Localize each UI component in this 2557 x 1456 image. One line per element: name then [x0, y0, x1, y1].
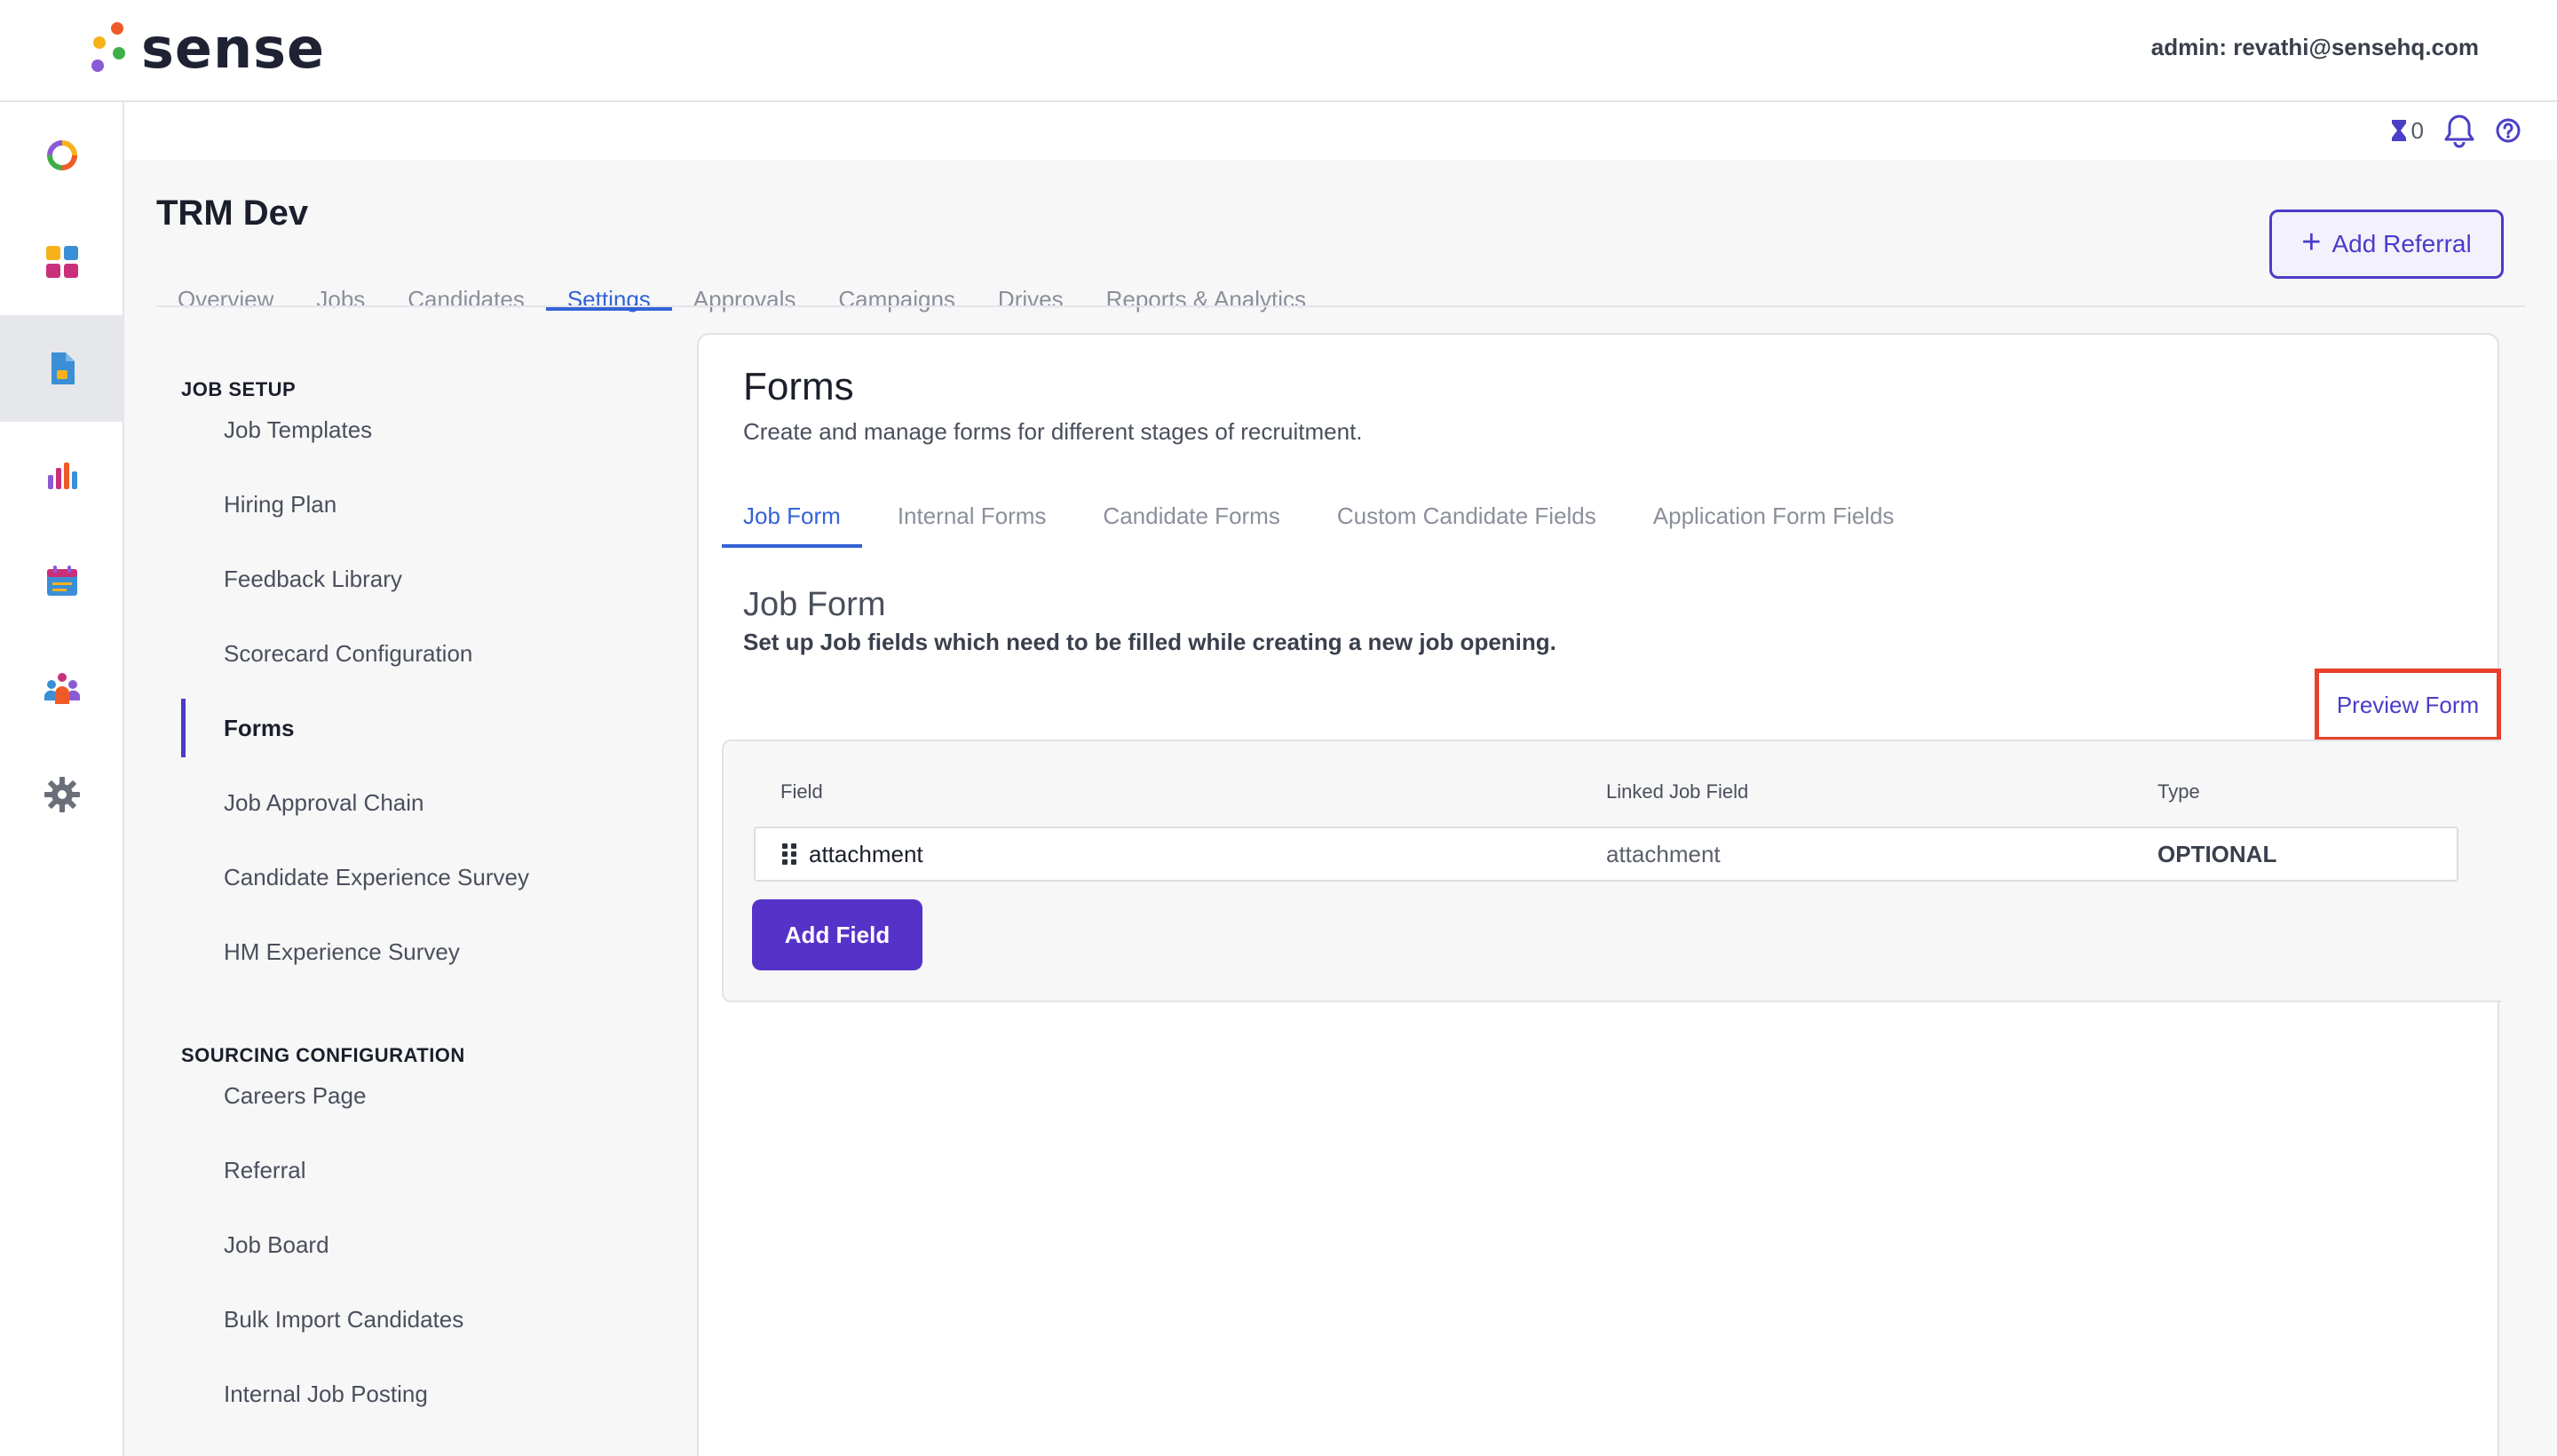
job-fields-table: Field Linked Job Field Type attachment a…	[722, 740, 2501, 1002]
plus-icon: +	[2301, 224, 2322, 261]
nav-careers-page[interactable]: Careers Page	[181, 1066, 678, 1125]
add-referral-button[interactable]: + Add Referral	[2269, 210, 2504, 279]
bar-chart-icon	[48, 463, 77, 489]
nav-hiring-plan[interactable]: Hiring Plan	[181, 475, 678, 534]
drag-handle-icon[interactable]	[782, 843, 796, 865]
nav-scorecard-configuration[interactable]: Scorecard Configuration	[181, 624, 678, 683]
nav-forms[interactable]: Forms	[181, 699, 678, 757]
page-title: TRM Dev	[156, 194, 309, 233]
forms-subtitle: Create and manage forms for different st…	[743, 418, 1363, 445]
tab-settings[interactable]: Settings	[545, 249, 672, 313]
field-type-value: OPTIONAL	[2157, 840, 2277, 867]
tab-internal-forms[interactable]: Internal Forms	[876, 468, 1068, 548]
job-form-description: Set up Job fields which need to be fille…	[743, 629, 1556, 655]
forms-card: Forms Create and manage forms for differ…	[697, 333, 2501, 1456]
tab-reports-analytics[interactable]: Reports & Analytics	[1085, 249, 1327, 313]
rail-people[interactable]	[0, 635, 124, 741]
forms-title: Forms	[743, 365, 854, 408]
nav-bulk-import-candidates[interactable]: Bulk Import Candidates	[181, 1290, 678, 1349]
hourglass-icon	[2391, 120, 2406, 141]
sense-logo[interactable]: sense	[84, 18, 325, 80]
rail-home[interactable]	[0, 102, 124, 209]
nav-referral[interactable]: Referral	[181, 1141, 678, 1199]
field-name: attachment	[809, 840, 923, 867]
section-sourcing-configuration: SOURCING CONFIGURATION	[181, 1044, 465, 1066]
section-job-setup: JOB SETUP	[181, 378, 297, 400]
rail-reports[interactable]	[0, 422, 124, 528]
tab-candidates[interactable]: Candidates	[386, 249, 546, 313]
rail-settings[interactable]	[0, 741, 124, 848]
brand-name: sense	[141, 16, 326, 81]
left-rail	[0, 102, 124, 1456]
nav-job-approval-chain[interactable]: Job Approval Chain	[181, 773, 678, 832]
tab-overview[interactable]: Overview	[178, 249, 295, 313]
tab-campaigns[interactable]: Campaigns	[817, 249, 977, 313]
nav-hm-experience-survey[interactable]: HM Experience Survey	[181, 922, 678, 981]
linked-job-field-value: attachment	[1606, 840, 1721, 867]
pending-tasks[interactable]: 0	[2390, 117, 2424, 145]
column-header-type: Type	[2157, 780, 2200, 803]
main-area: TRM Dev + Add Referral Overview Jobs Can…	[124, 160, 2557, 1456]
tab-approvals[interactable]: Approvals	[672, 249, 818, 313]
table-row[interactable]: attachment attachment OPTIONAL	[754, 827, 2458, 882]
column-header-field: Field	[780, 780, 823, 803]
tab-job-form[interactable]: Job Form	[722, 468, 862, 548]
ring-logo-icon	[47, 140, 77, 170]
calendar-icon	[47, 566, 77, 596]
main-tabs: Overview Jobs Candidates Settings Approv…	[178, 249, 1327, 313]
tab-custom-candidate-fields[interactable]: Custom Candidate Fields	[1316, 468, 1618, 548]
admin-account-label[interactable]: admin: revathi@sensehq.com	[2151, 34, 2479, 61]
logo-dots-icon	[84, 20, 129, 77]
bell-icon[interactable]	[2443, 113, 2475, 148]
header-icon-strip: 0	[2390, 111, 2521, 150]
dashboard-grid-icon	[46, 246, 78, 278]
nav-feedback-library[interactable]: Feedback Library	[181, 550, 678, 608]
nav-job-templates[interactable]: Job Templates	[181, 400, 678, 459]
field-cell: attachment	[782, 828, 923, 880]
tab-drives[interactable]: Drives	[977, 249, 1085, 313]
rail-calendar[interactable]	[0, 528, 124, 635]
rail-jobs[interactable]	[0, 315, 124, 422]
add-field-button[interactable]: Add Field	[752, 899, 922, 970]
nav-job-board[interactable]: Job Board	[181, 1215, 678, 1274]
tab-candidate-forms[interactable]: Candidate Forms	[1081, 468, 1301, 548]
help-icon[interactable]	[2495, 117, 2521, 144]
top-bar: sense admin: revathi@sensehq.com	[0, 0, 2557, 102]
rail-dashboard[interactable]	[0, 209, 124, 315]
job-form-title: Job Form	[743, 586, 886, 623]
preview-form-button[interactable]: Preview Form	[2315, 669, 2501, 741]
people-group-icon	[44, 673, 80, 704]
add-referral-label: Add Referral	[2331, 230, 2472, 257]
pending-count: 0	[2411, 116, 2424, 144]
tab-jobs[interactable]: Jobs	[295, 249, 386, 313]
nav-internal-job-posting[interactable]: Internal Job Posting	[181, 1365, 678, 1423]
tab-application-form-fields[interactable]: Application Form Fields	[1632, 468, 1916, 548]
tabs-divider	[156, 305, 2525, 307]
column-header-linked-job-field: Linked Job Field	[1606, 780, 1749, 803]
nav-candidate-experience-survey[interactable]: Candidate Experience Survey	[181, 848, 678, 906]
document-icon	[51, 352, 75, 384]
forms-tabs: Job Form Internal Forms Candidate Forms …	[722, 468, 1929, 548]
gear-icon	[44, 777, 80, 812]
